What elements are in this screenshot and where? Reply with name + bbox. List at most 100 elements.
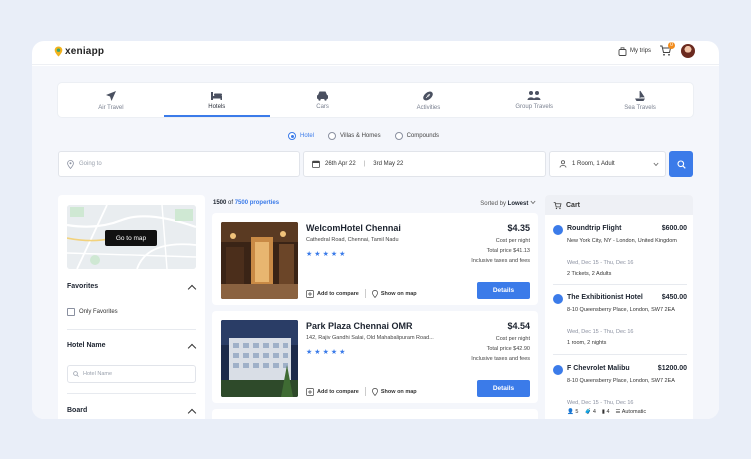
favorites-collapse-chevron[interactable] — [187, 284, 197, 294]
my-trips-label: My trips — [630, 48, 651, 54]
calendar-icon — [312, 160, 320, 168]
radio-hotel-dot[interactable] — [288, 132, 296, 140]
going-to-placeholder: Going to — [79, 161, 102, 167]
tab-label: Air Travel — [98, 104, 124, 111]
tab-label: Group Travels — [515, 104, 554, 110]
tab-label: Hotels — [208, 104, 226, 110]
hotel-name[interactable]: WelcomHotel Chennai — [306, 223, 401, 233]
show-on-map-label: Show on map — [380, 388, 417, 395]
sort-label: Sorted by — [480, 201, 506, 207]
add-to-compare-button[interactable]: Add to compare — [306, 387, 359, 396]
cart-item-price: $600.00 — [661, 225, 687, 232]
hotel-name[interactable]: Park Plaza Chennai OMR — [306, 321, 413, 331]
hotel-name-title: Hotel Name — [67, 342, 106, 349]
results-total: 7500 properties — [234, 200, 280, 206]
cart-item-title: The Exhibitionist Hotel — [567, 294, 643, 301]
radio-compounds[interactable]: Compounds — [394, 132, 439, 140]
star-icon: ★ — [322, 251, 329, 258]
hotel-price: $4.54 — [507, 321, 530, 331]
radio-label: Compounds — [406, 133, 439, 139]
radio-villas-homes[interactable]: Villas & Homes — [328, 132, 381, 140]
date-from: 26th Apr 22 — [325, 161, 356, 167]
sort-value: Lowest — [507, 201, 529, 207]
results-header: 1500 of 7500 properties Sorted by Lowest — [212, 195, 538, 213]
favorites-title: Favorites — [67, 283, 99, 290]
map-preview[interactable]: Go to map — [67, 205, 196, 269]
star-icon: ★ — [339, 349, 346, 356]
radio-label: Villas & Homes — [340, 133, 381, 139]
hotel-card[interactable]: Park Plaza Chennai OMR 142, Rajiv Gandhi… — [212, 311, 538, 403]
star-icon: ★ — [306, 251, 313, 258]
details-button[interactable]: Details — [477, 282, 530, 299]
cart-item-detail: 2 Tickets, 2 Adults — [567, 271, 612, 277]
my-trips-link[interactable]: My trips — [618, 46, 651, 56]
checkbox-label: Only Favorites — [79, 309, 118, 315]
date-range-field[interactable]: 26th Apr 22 | 3rd May 22 — [303, 151, 546, 177]
tab-label: Activities — [416, 104, 441, 111]
checkbox-box[interactable] — [67, 308, 75, 316]
only-favorites-checkbox[interactable]: Only Favorites — [67, 308, 118, 316]
app-window: xeniapp My trips 0 Air Travel Hotels Car… — [32, 41, 719, 419]
tab-hotels[interactable]: Hotels — [163, 83, 270, 117]
hotel-photo[interactable] — [221, 222, 298, 299]
plus-square-icon — [306, 289, 314, 298]
cart-divider — [553, 354, 687, 355]
tab-sea-travels[interactable]: Sea Travels — [587, 83, 693, 117]
total-price: Total price $41.13 — [486, 248, 530, 254]
cart-item-dates: Wed, Dec 15 - Thu, Dec 16 — [567, 329, 634, 335]
cost-per-night-label: Cost per night — [495, 336, 530, 342]
hotel-card-partial[interactable] — [212, 409, 538, 419]
show-on-map-button[interactable]: Show on map — [372, 289, 417, 298]
search-button[interactable] — [669, 151, 693, 177]
hotel-photo[interactable] — [221, 320, 298, 397]
logo-pin-icon — [54, 46, 63, 57]
radio-hotel[interactable]: Hotel — [288, 132, 314, 140]
seats-value: 5 — [575, 409, 579, 415]
sort-dropdown[interactable]: Sorted by Lowest — [480, 200, 536, 207]
chevron-down-icon — [653, 162, 659, 167]
radio-villas-dot[interactable] — [328, 132, 337, 140]
bag-icon: 🧳 — [584, 409, 592, 415]
hotel-name-placeholder: Hotel Name — [83, 371, 113, 377]
details-button[interactable]: Details — [477, 380, 530, 397]
cart-button[interactable]: 0 — [659, 42, 675, 58]
tab-activities[interactable]: Activities — [375, 83, 481, 117]
star-icon: ★ — [330, 349, 338, 356]
hotel-building-image — [221, 320, 298, 397]
rooms-guests-value: 1 Room, 1 Adult — [572, 161, 615, 167]
tab-group-travels[interactable]: Group Travels — [481, 83, 587, 117]
add-to-compare-button[interactable]: Add to compare — [306, 289, 359, 298]
hotel-name-collapse-chevron[interactable] — [187, 343, 197, 353]
cart-item-price: $450.00 — [661, 294, 687, 301]
chevron-down-icon — [530, 200, 536, 205]
rooms-guests-select[interactable]: 1 Room, 1 Adult — [549, 151, 666, 177]
tab-cars[interactable]: Cars — [270, 83, 376, 117]
top-right-actions: My trips 0 — [618, 42, 695, 58]
hotel-card[interactable]: WelcomHotel Chennai Cathedral Road, Chen… — [212, 213, 538, 305]
board-collapse-chevron[interactable] — [187, 408, 197, 418]
gear-icon: ☰ — [615, 409, 621, 415]
cost-per-night-label: Cost per night — [495, 238, 530, 244]
person-icon — [559, 160, 567, 168]
tab-label: Cars — [316, 104, 329, 110]
hotel-lobby-image — [221, 222, 298, 299]
airplane-icon — [553, 225, 563, 235]
brand-name: xeniapp — [65, 46, 105, 57]
action-separator — [364, 289, 366, 298]
board-title: Board — [67, 407, 88, 414]
cart-item-location: 8-10 Queensberry Place, London, SW7 2EA — [567, 378, 675, 384]
go-to-map-button[interactable]: Go to map — [105, 230, 157, 246]
cart-item-location: 8-10 Queensberry Place, London, SW7 2EA — [567, 307, 675, 313]
doors-spec: ▮ 4 — [602, 409, 610, 415]
going-to-input[interactable]: Going to — [58, 151, 300, 177]
radio-compounds-dot[interactable] — [394, 132, 403, 140]
user-avatar[interactable] — [681, 44, 695, 58]
tab-air-travel[interactable]: Air Travel — [58, 83, 164, 117]
location-pin-icon — [372, 289, 378, 298]
boat-icon — [635, 90, 646, 101]
cart-item-detail: 1 room, 2 nights — [567, 340, 607, 346]
top-bar: xeniapp My trips 0 — [32, 41, 719, 65]
logo[interactable]: xeniapp — [54, 46, 104, 57]
show-on-map-button[interactable]: Show on map — [372, 387, 417, 396]
hotel-name-input[interactable]: Hotel Name — [67, 365, 196, 383]
